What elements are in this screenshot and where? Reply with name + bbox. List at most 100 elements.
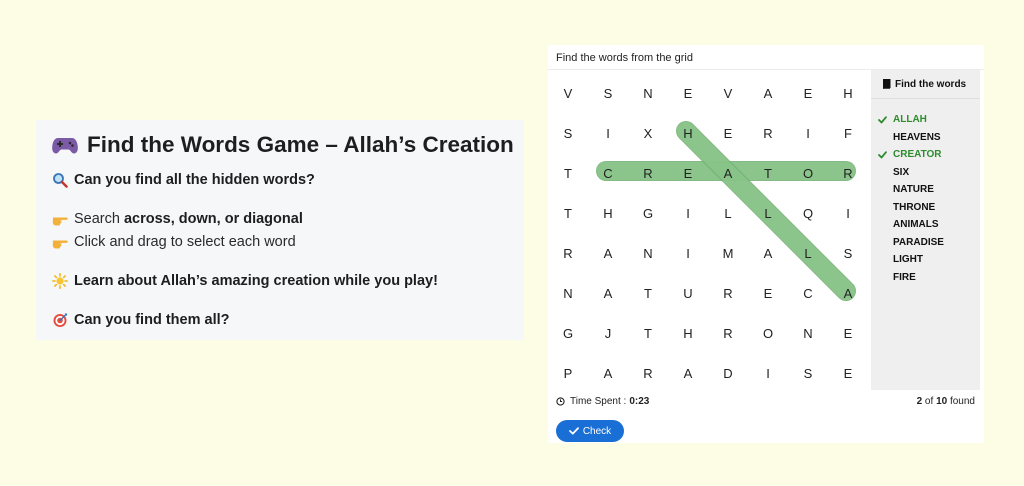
grid-cell[interactable]: E bbox=[668, 153, 708, 193]
grid-cell[interactable]: R bbox=[828, 153, 868, 193]
word-text: ANIMALS bbox=[893, 219, 939, 231]
book-icon bbox=[883, 79, 891, 89]
grid-cell[interactable]: E bbox=[788, 73, 828, 113]
grid-cell[interactable]: D bbox=[708, 353, 748, 393]
grid-cell[interactable]: L bbox=[748, 193, 788, 233]
word-list-title: Find the words bbox=[895, 78, 967, 90]
word-list-item: THRONE bbox=[871, 199, 980, 217]
word-list-panel: Find the words ALLAH HEAVENS CREATOR SIX NAT… bbox=[871, 70, 980, 390]
grid-cell[interactable]: X bbox=[628, 113, 668, 153]
grid-cell[interactable]: N bbox=[788, 313, 828, 353]
magnifier-icon bbox=[53, 172, 68, 188]
grid-cell[interactable]: G bbox=[628, 193, 668, 233]
time-value: 0:23 bbox=[629, 396, 650, 407]
grid-cell[interactable]: S bbox=[828, 233, 868, 273]
grid-cell[interactable]: I bbox=[788, 113, 828, 153]
grid-cell[interactable]: I bbox=[668, 193, 708, 233]
grid-cell[interactable]: O bbox=[748, 313, 788, 353]
word-list-item: NATURE bbox=[871, 181, 980, 199]
word-text: CREATOR bbox=[893, 149, 942, 161]
grid-cells: VSNEVAEHSIXHERIFTCREATORTHGILLQIRANIMALS… bbox=[548, 73, 870, 393]
grid-cell[interactable]: V bbox=[708, 73, 748, 113]
total-number: 10 bbox=[936, 396, 948, 407]
grid-cell[interactable]: T bbox=[628, 273, 668, 313]
grid-cell[interactable]: N bbox=[548, 273, 588, 313]
check-label: Check bbox=[582, 425, 612, 437]
gamepad-icon bbox=[52, 138, 78, 154]
grid-cell[interactable]: H bbox=[828, 73, 868, 113]
grid-cell[interactable]: R bbox=[628, 153, 668, 193]
found-suffix: found bbox=[947, 396, 975, 407]
grid-cell[interactable]: S bbox=[788, 353, 828, 393]
grid-cell[interactable]: H bbox=[588, 193, 628, 233]
grid-cell[interactable]: H bbox=[668, 113, 708, 153]
grid-cell[interactable]: A bbox=[708, 153, 748, 193]
grid-cell[interactable]: T bbox=[748, 153, 788, 193]
word-list-item: LIGHT bbox=[871, 251, 980, 269]
grid-cell[interactable]: H bbox=[668, 313, 708, 353]
word-text: HEAVENS bbox=[893, 131, 941, 143]
grid-cell[interactable]: L bbox=[788, 233, 828, 273]
letter-grid[interactable]: VSNEVAEHSIXHERIFTCREATORTHGILLQIRANIMALS… bbox=[548, 73, 870, 393]
word-list-item: ANIMALS bbox=[871, 216, 980, 234]
grid-cell[interactable]: O bbox=[788, 153, 828, 193]
grid-cell[interactable]: F bbox=[828, 113, 868, 153]
grid-cell[interactable]: I bbox=[668, 233, 708, 273]
grid-cell[interactable]: R bbox=[628, 353, 668, 393]
grid-cell[interactable]: J bbox=[588, 313, 628, 353]
grid-cell[interactable]: C bbox=[588, 153, 628, 193]
info-title-row: Find the Words Game – Allah’s Creation bbox=[52, 126, 514, 164]
grid-cell[interactable]: I bbox=[828, 193, 868, 233]
grid-cell[interactable]: T bbox=[548, 193, 588, 233]
found-of: of bbox=[922, 396, 937, 407]
grid-cell[interactable]: E bbox=[828, 353, 868, 393]
grid-cell[interactable]: S bbox=[588, 73, 628, 113]
grid-cell[interactable]: I bbox=[748, 353, 788, 393]
found-check-icon bbox=[871, 151, 893, 159]
grid-cell[interactable]: P bbox=[548, 353, 588, 393]
grid-cell[interactable]: A bbox=[668, 353, 708, 393]
found-counter: 2 of 10 found bbox=[917, 396, 975, 407]
grid-cell[interactable]: T bbox=[628, 313, 668, 353]
grid-cell[interactable]: L bbox=[708, 193, 748, 233]
word-text: PARADISE bbox=[893, 236, 944, 248]
time-label: Time Spent : bbox=[570, 396, 627, 407]
grid-cell[interactable]: E bbox=[708, 113, 748, 153]
grid-cell[interactable]: A bbox=[588, 273, 628, 313]
learn-text: Learn about Allah’s amazing creation whi… bbox=[74, 272, 438, 289]
grid-cell[interactable]: R bbox=[708, 313, 748, 353]
grid-cell[interactable]: A bbox=[748, 73, 788, 113]
grid-cell[interactable]: E bbox=[748, 273, 788, 313]
grid-cell[interactable]: E bbox=[828, 313, 868, 353]
word-list-item: SIX bbox=[871, 164, 980, 182]
grid-cell[interactable]: C bbox=[788, 273, 828, 313]
search-bold: across, down, or diagonal bbox=[123, 210, 303, 227]
grid-cell[interactable]: Q bbox=[788, 193, 828, 233]
grid-cell[interactable]: U bbox=[668, 273, 708, 313]
grid-cell[interactable]: S bbox=[548, 113, 588, 153]
find-all-line: Can you find them all? bbox=[52, 308, 508, 331]
grid-cell[interactable]: R bbox=[708, 273, 748, 313]
pointing-hand-icon bbox=[52, 240, 68, 248]
grid-cell[interactable]: N bbox=[628, 233, 668, 273]
word-text: SIX bbox=[893, 166, 910, 178]
grid-cell[interactable]: T bbox=[548, 153, 588, 193]
found-check-icon bbox=[871, 116, 893, 124]
grid-cell[interactable]: I bbox=[588, 113, 628, 153]
grid-cell[interactable]: M bbox=[708, 233, 748, 273]
grid-cell[interactable]: A bbox=[828, 273, 868, 313]
grid-cell[interactable]: R bbox=[748, 113, 788, 153]
grid-cell[interactable]: E bbox=[668, 73, 708, 113]
grid-cell[interactable]: G bbox=[548, 313, 588, 353]
grid-cell[interactable]: R bbox=[548, 233, 588, 273]
word-list-item: FIRE bbox=[871, 269, 980, 287]
learn-line: Learn about Allah’s amazing creation whi… bbox=[52, 269, 508, 292]
game-header: Find the words from the grid bbox=[548, 45, 984, 70]
grid-cell[interactable]: V bbox=[548, 73, 588, 113]
grid-cell[interactable]: A bbox=[588, 353, 628, 393]
word-text: FIRE bbox=[893, 271, 916, 283]
grid-cell[interactable]: A bbox=[748, 233, 788, 273]
grid-cell[interactable]: N bbox=[628, 73, 668, 113]
check-button[interactable]: Check bbox=[556, 420, 624, 442]
grid-cell[interactable]: A bbox=[588, 233, 628, 273]
